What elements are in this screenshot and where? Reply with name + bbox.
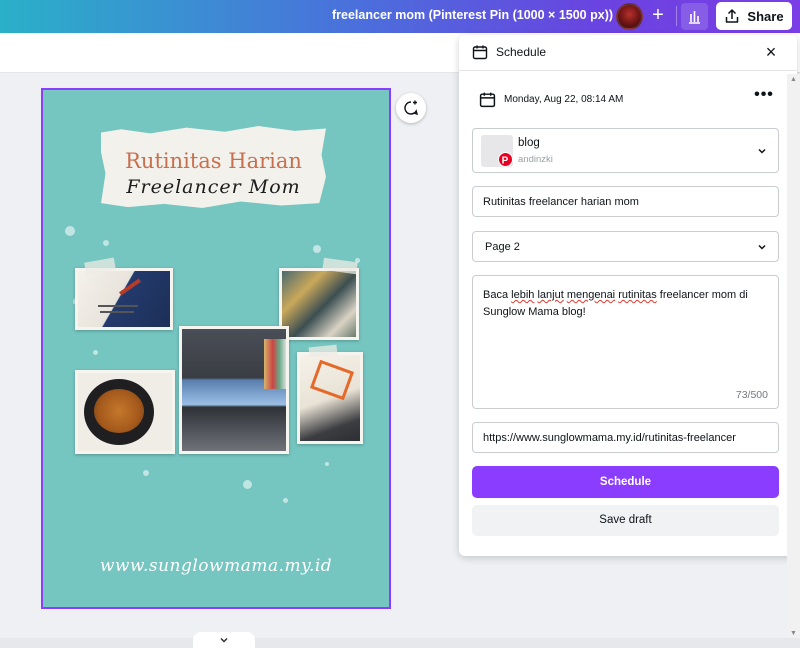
divider (676, 6, 677, 26)
scroll-down-icon[interactable]: ▼ (790, 630, 797, 637)
comment-plus-icon (404, 100, 419, 116)
paint-splash (93, 350, 98, 355)
paint-splash (325, 462, 329, 466)
pin-design[interactable]: Rutinitas Harian Freelancer Mom www.sung… (41, 88, 391, 609)
photo-notebook-sketch (279, 268, 359, 340)
save-draft-button[interactable]: Save draft (472, 505, 779, 536)
chevron-down-icon (220, 637, 228, 643)
calendar-icon (479, 92, 496, 108)
chevron-down-icon (758, 148, 766, 154)
top-bar: freelancer mom (Pinterest Pin (1000 × 15… (0, 0, 800, 33)
add-collaborator-button[interactable]: + (645, 3, 671, 29)
vertical-scrollbar[interactable]: ▲ ▼ (787, 74, 800, 639)
chevron-down-icon (758, 244, 766, 250)
close-button[interactable]: × (761, 43, 781, 63)
pinterest-icon: P (498, 152, 513, 167)
pin-title-line1: Rutinitas Harian (125, 149, 302, 173)
panel-title: Schedule (496, 45, 547, 59)
add-comment-button[interactable] (396, 93, 426, 123)
destination-link-input[interactable]: https://www.sunglowmama.my.id/rutinitas-… (472, 422, 779, 453)
share-label: Share (747, 8, 784, 24)
svg-text:P: P (502, 156, 509, 167)
board-name: blog (518, 137, 540, 149)
more-options-button[interactable]: ••• (753, 87, 775, 105)
upload-icon (726, 9, 739, 23)
pin-website-url: www.sunglowmama.my.id (99, 556, 333, 576)
avatar[interactable] (616, 3, 643, 30)
description-text: Baca lebih lanjut mengenai rutinitas fre… (483, 289, 748, 318)
paint-splash (283, 498, 288, 503)
paint-splash (313, 245, 321, 253)
page-select[interactable]: Page 2 (472, 231, 779, 262)
character-count: 73/500 (735, 389, 768, 401)
document-title[interactable]: freelancer mom (Pinterest Pin (1000 × 15… (332, 8, 613, 22)
destination-link-value: https://www.sunglowmama.my.id/rutinitas-… (483, 432, 736, 444)
paint-splash (103, 240, 109, 246)
calendar-icon (472, 45, 488, 60)
insights-button[interactable] (681, 3, 708, 30)
pin-title-input[interactable]: Rutinitas freelancer harian mom (472, 186, 779, 217)
description-textarea[interactable]: Baca lebih lanjut mengenai rutinitas fre… (472, 275, 779, 409)
panel-header: Schedule × (459, 35, 797, 71)
schedule-panel: Schedule × Monday, Aug 22, 08:14 AM ••• … (459, 35, 797, 556)
account-username: andinzki (518, 154, 553, 165)
paint-splash (143, 470, 149, 476)
page-select-value: Page 2 (485, 241, 520, 253)
expand-pages-button[interactable] (193, 632, 255, 648)
pin-title-value: Rutinitas freelancer harian mom (483, 196, 639, 208)
schedule-button[interactable]: Schedule (472, 466, 779, 498)
photo-writing-notebook (75, 268, 173, 330)
paint-splash (243, 480, 252, 489)
schedule-date[interactable]: Monday, Aug 22, 08:14 AM (504, 94, 623, 105)
photo-orange-sketch (297, 352, 363, 444)
pin-title-line2: Freelancer Mom (126, 176, 301, 198)
account-select[interactable]: P blog andinzki (472, 128, 779, 173)
bottom-bar (0, 638, 800, 648)
photo-laptop-desk (179, 326, 289, 454)
photo-fried-food (75, 370, 175, 454)
paint-splash (65, 226, 75, 236)
bar-chart-icon (689, 11, 700, 24)
share-button[interactable]: Share (716, 2, 792, 30)
scroll-up-icon[interactable]: ▲ (790, 76, 797, 83)
